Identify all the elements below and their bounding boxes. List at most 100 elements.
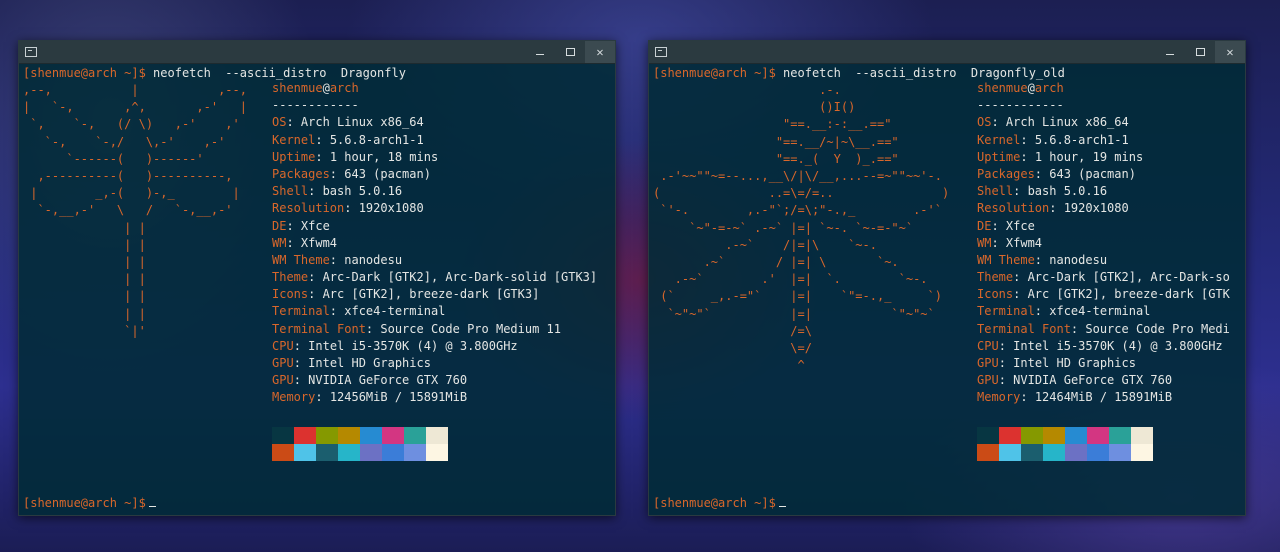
info-value: Intel HD Graphics xyxy=(308,356,431,370)
ascii-art-line: ,--, | ,--, xyxy=(23,83,247,97)
text-cursor xyxy=(778,506,786,507)
info-row: Terminal: xfce4-terminal xyxy=(272,303,597,320)
color-swatch xyxy=(404,427,426,444)
color-swatch xyxy=(999,444,1021,461)
ascii-art: .-. ()I() "==.__:-:__.==" "==.__/~|~\__.… xyxy=(653,82,949,374)
ascii-art-line: `-, `-,/ \,-' ,-' xyxy=(23,134,226,149)
maximize-button[interactable] xyxy=(1185,41,1215,63)
minimize-button[interactable] xyxy=(525,41,555,63)
prompt: [shenmue@arch ~]$ xyxy=(653,66,776,80)
maximize-button[interactable] xyxy=(555,41,585,63)
ascii-art-line: "==._( Y )_.==" xyxy=(653,151,899,166)
info-key: CPU xyxy=(272,338,294,353)
terminal-window-left[interactable]: ✕ [shenmue@arch ~]$ neofetch --ascii_dis… xyxy=(18,40,616,516)
info-row: OS: Arch Linux x86_64 xyxy=(977,114,1230,131)
close-button[interactable]: ✕ xyxy=(585,41,615,63)
color-swatch xyxy=(404,444,426,461)
info-colon: : xyxy=(998,338,1014,353)
minimize-icon xyxy=(536,49,544,55)
ascii-art-line: | | xyxy=(23,306,146,321)
command-text: neofetch --ascii_distro Dragonfly_old xyxy=(775,66,1065,80)
palette-row xyxy=(272,444,448,461)
maximize-icon xyxy=(566,48,575,56)
info-key: Terminal Font xyxy=(977,321,1071,336)
info-key: Kernel xyxy=(272,132,316,147)
info-key: Terminal xyxy=(977,304,1035,319)
bottom-prompt-line[interactable]: [shenmue@arch ~]$ xyxy=(653,495,786,512)
system-info: shenmue@arch ------------ OS: Arch Linux… xyxy=(977,80,1230,407)
info-row: Terminal Font: Source Code Pro Medi xyxy=(977,321,1230,338)
ascii-art-line: (` _,.-="` |=| `"=-.,_ `) xyxy=(653,289,942,304)
close-button[interactable]: ✕ xyxy=(1215,41,1245,63)
color-swatch xyxy=(1087,444,1109,461)
color-swatch xyxy=(1087,427,1109,444)
info-key: Theme xyxy=(272,270,309,285)
prompt: [shenmue@arch ~]$ xyxy=(23,66,146,80)
system-info: shenmue@arch ------------ OS: Arch Linux… xyxy=(272,80,597,407)
info-key: DE xyxy=(977,218,992,233)
palette-row xyxy=(977,444,1153,461)
ascii-art-line: `|' xyxy=(23,323,146,338)
bottom-prompt-line[interactable]: [shenmue@arch ~]$ xyxy=(23,495,156,512)
info-row: DE: Xfce xyxy=(977,218,1230,235)
color-swatch xyxy=(1131,444,1153,461)
info-colon: : xyxy=(998,356,1014,370)
info-key: OS xyxy=(977,115,992,130)
info-colon: : xyxy=(1013,287,1028,302)
color-swatch xyxy=(360,427,382,444)
separator: ------------ xyxy=(977,98,1064,113)
info-key: Shell xyxy=(272,184,309,199)
info-value: 5.6.8-arch1-1 xyxy=(329,132,424,147)
maximize-icon xyxy=(1196,48,1205,56)
terminal-window-right[interactable]: ✕ [shenmue@arch ~]$ neofetch --ascii_dis… xyxy=(648,40,1246,516)
ascii-art-line: `-,__,-' \ / `-,__,-' xyxy=(23,203,233,218)
color-swatch xyxy=(316,444,338,461)
info-row: Terminal Font: Source Code Pro Medium 11 xyxy=(272,321,597,338)
info-colon: : xyxy=(315,132,330,147)
info-row: WM Theme: nanodesu xyxy=(977,252,1230,269)
info-row: Terminal: xfce4-terminal xyxy=(977,303,1230,320)
minimize-button[interactable] xyxy=(1155,41,1185,63)
info-row: GPU: Intel HD Graphics xyxy=(272,355,597,372)
user-host-header: shenmue@arch xyxy=(272,81,359,95)
info-key: WM Theme xyxy=(272,252,330,267)
info-row: GPU: NVIDIA GeForce GTX 760 xyxy=(272,372,597,389)
titlebar[interactable]: ✕ xyxy=(649,41,1245,64)
ascii-art-line: | | xyxy=(23,255,146,270)
info-value: xfce4-terminal xyxy=(1049,304,1151,319)
info-key: Packages xyxy=(272,166,330,181)
info-colon: : xyxy=(1020,390,1035,405)
ascii-art-line: ()I() xyxy=(653,100,856,115)
palette-row xyxy=(977,427,1153,444)
info-row: Resolution: 1920x1080 xyxy=(272,200,597,217)
color-swatch xyxy=(1109,427,1131,444)
terminal-icon[interactable] xyxy=(655,47,667,57)
info-value: Xfce xyxy=(300,218,330,233)
ascii-art-line: `~"-=-~` .-~` |=| `~-. `~-=-"~` xyxy=(653,220,914,235)
info-colon: : xyxy=(1013,270,1028,285)
info-row: Packages: 643 (pacman) xyxy=(272,166,597,183)
terminal-icon[interactable] xyxy=(25,47,37,57)
info-value: Arc-Dark [GTK2], Arc-Dark-so xyxy=(1027,270,1230,285)
color-swatch xyxy=(1043,427,1065,444)
info-row: Uptime: 1 hour, 19 mins xyxy=(977,149,1230,166)
terminal-content[interactable]: [shenmue@arch ~]$ neofetch --ascii_distr… xyxy=(649,64,1245,515)
color-swatch xyxy=(294,427,316,444)
ascii-art-line: ,----------( )----------, xyxy=(23,169,233,184)
ascii-art-line: "==.__:-:__.==" xyxy=(653,117,892,132)
ascii-art-line: `, `-, (/ \) ,-' ,' xyxy=(23,117,240,132)
text-cursor xyxy=(148,506,156,507)
info-key: Shell xyxy=(977,184,1014,199)
info-value: Intel HD Graphics xyxy=(1013,356,1136,370)
info-row: OS: Arch Linux x86_64 xyxy=(272,114,597,131)
color-swatch xyxy=(272,427,294,444)
info-colon: : xyxy=(1013,184,1028,199)
info-row: Shell: bash 5.0.16 xyxy=(272,183,597,200)
titlebar[interactable]: ✕ xyxy=(19,41,615,64)
info-colon: : xyxy=(344,201,359,216)
info-key: WM xyxy=(977,235,992,250)
terminal-content[interactable]: [shenmue@arch ~]$ neofetch --ascii_distr… xyxy=(19,64,615,515)
color-swatch xyxy=(999,427,1021,444)
info-row: Uptime: 1 hour, 18 mins xyxy=(272,149,597,166)
color-swatch xyxy=(1109,444,1131,461)
